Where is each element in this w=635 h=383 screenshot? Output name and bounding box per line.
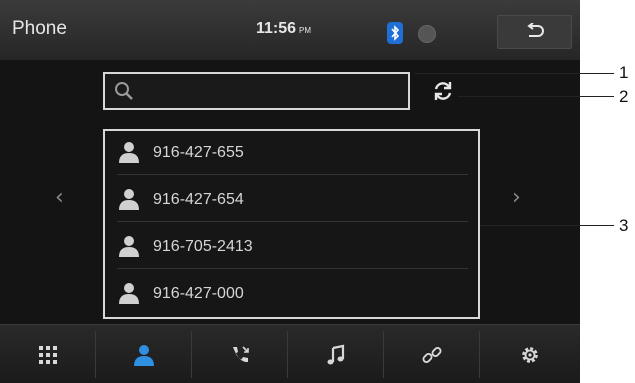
clock-ampm: PM (299, 26, 312, 35)
row-divider (117, 221, 468, 222)
person-icon (119, 189, 139, 210)
bottom-nav-bar (0, 324, 580, 383)
contact-row[interactable]: 916-427-655 (105, 131, 478, 175)
status-circle-icon (418, 25, 436, 43)
search-box[interactable] (103, 72, 410, 110)
nav-call-log[interactable] (192, 325, 288, 383)
back-arrow-icon (527, 23, 544, 37)
keypad-icon (39, 345, 57, 364)
music-icon (327, 344, 345, 364)
phone-screen: Phone 11:56 PM ‹ › 916-427-655 916-427-6… (0, 0, 580, 383)
callout-label-1: 1 (619, 63, 629, 82)
next-page-button[interactable]: › (512, 185, 521, 210)
call-log-icon (233, 345, 249, 362)
contact-number: 916-705-2413 (153, 238, 253, 255)
contact-row[interactable]: 916-427-654 (105, 178, 478, 222)
bluetooth-icon (387, 22, 403, 44)
person-icon (119, 236, 139, 257)
callout-line-3 (480, 225, 614, 226)
nav-music[interactable] (288, 325, 384, 383)
person-icon (119, 283, 139, 304)
clock: 11:56 PM (256, 20, 311, 38)
nav-settings[interactable] (480, 325, 580, 383)
nav-link[interactable] (384, 325, 480, 383)
search-icon (115, 82, 133, 100)
back-button[interactable] (497, 15, 572, 49)
sync-button[interactable] (430, 78, 456, 104)
contact-number: 916-427-655 (153, 144, 244, 161)
link-icon (422, 346, 442, 363)
nav-contacts[interactable] (96, 325, 192, 383)
contacts-icon (134, 344, 154, 366)
contact-row[interactable]: 916-705-2413 (105, 225, 478, 269)
person-icon (119, 142, 139, 163)
clock-time: 11:56 (256, 20, 297, 37)
sync-icon (434, 82, 452, 100)
callout-line-1 (414, 73, 614, 74)
nav-keypad[interactable] (0, 325, 96, 383)
prev-page-button[interactable]: ‹ (55, 185, 64, 210)
callout-line-2 (458, 96, 614, 97)
search-input[interactable] (141, 78, 405, 106)
contact-list: 916-427-655 916-427-654 916-705-2413 916… (103, 129, 480, 319)
app-title: Phone (12, 18, 67, 39)
contact-number: 916-427-654 (153, 191, 244, 208)
contact-row[interactable]: 916-427-000 (105, 272, 478, 316)
row-divider (117, 268, 468, 269)
callout-label-3: 3 (619, 216, 629, 235)
contact-number: 916-427-000 (153, 285, 244, 302)
status-bar: Phone 11:56 PM (0, 0, 580, 60)
callout-label-2: 2 (619, 87, 629, 106)
settings-icon (522, 346, 538, 363)
row-divider (117, 174, 468, 175)
